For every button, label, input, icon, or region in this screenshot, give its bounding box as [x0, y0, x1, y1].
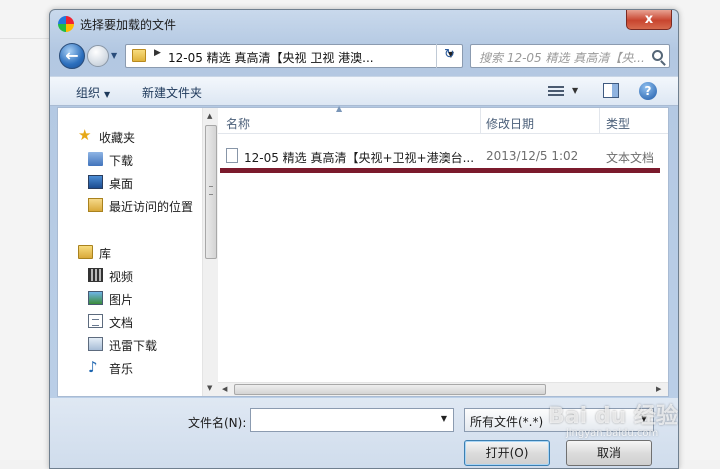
command-toolbar: 组织 ▼ 新建文件夹 ▼ ?	[50, 76, 678, 106]
file-list-pane: ▲ 名称 修改日期 类型 12-05 精选 真高清【央视+卫视+港澳台... 2…	[218, 104, 668, 396]
address-bar[interactable]: ▶ 12-05 精选 真高清【央视 卫视 港澳... ▼	[125, 44, 463, 68]
baidu-watermark: Bai du 经验	[548, 404, 678, 429]
title-bar: 选择要加载的文件 x	[50, 10, 678, 38]
music-icon: ♪	[88, 358, 98, 376]
text-file-icon	[226, 148, 238, 163]
content-area: ★ 收藏夹 下载 桌面 最近访问的位置 库 视频 图片 文档 迅雷下载 ♪ 音乐…	[57, 104, 669, 397]
filename-input[interactable]: ▼	[250, 408, 454, 432]
open-button[interactable]: 打开(O)	[464, 440, 550, 466]
file-date: 2013/12/5 1:02	[486, 149, 579, 163]
column-divider[interactable]	[599, 108, 600, 134]
view-dropdown-icon[interactable]: ▼	[572, 86, 578, 95]
back-button[interactable]: ←	[59, 43, 85, 69]
horizontal-scrollbar[interactable]: ◀ ▶	[218, 382, 668, 396]
highlight-underline-mark	[220, 168, 660, 173]
organize-dropdown-icon: ▼	[104, 90, 111, 99]
pictures-icon	[88, 291, 103, 305]
column-modified-date[interactable]: 修改日期	[486, 115, 534, 132]
folder-icon	[132, 49, 146, 62]
desktop-icon	[88, 175, 103, 189]
refresh-button[interactable]: ↻	[436, 44, 462, 68]
file-type-value: 所有文件(*.*)	[470, 415, 544, 429]
cancel-button[interactable]: 取消	[566, 440, 652, 466]
close-button[interactable]: x	[626, 10, 672, 30]
documents-icon	[88, 314, 103, 328]
preview-pane-icon[interactable]	[603, 83, 619, 98]
help-icon[interactable]: ?	[639, 82, 657, 100]
file-row[interactable]: 12-05 精选 真高清【央视+卫视+港澳台... 2013/12/5 1:02…	[224, 146, 668, 166]
favorites-star-icon: ★	[78, 126, 92, 144]
column-header: ▲ 名称 修改日期 类型	[218, 104, 668, 134]
column-name[interactable]: 名称	[226, 115, 250, 132]
column-type[interactable]: 类型	[606, 115, 630, 132]
thunder-downloads-icon	[88, 337, 103, 351]
sidebar-item-desktop[interactable]: 桌面	[109, 175, 133, 192]
filename-label: 文件名(N):	[188, 416, 247, 430]
navigation-bar: ← ▼ ▶ 12-05 精选 真高清【央视 卫视 港澳... ▼ ↻ 搜索 12…	[50, 40, 678, 74]
search-icon	[652, 50, 663, 61]
search-input[interactable]: 搜索 12-05 精选 真高清【央...	[470, 44, 670, 68]
new-folder-button[interactable]: 新建文件夹	[142, 84, 202, 101]
column-divider[interactable]	[480, 108, 481, 134]
sidebar-item-videos[interactable]: 视频	[109, 268, 133, 285]
scroll-right-icon[interactable]: ▶	[656, 385, 661, 393]
search-placeholder: 搜索 12-05 精选 真高清【央...	[479, 51, 645, 65]
filename-dropdown-icon[interactable]: ▼	[441, 414, 447, 423]
sidebar-item-pictures[interactable]: 图片	[109, 291, 133, 308]
sort-ascending-icon: ▲	[336, 104, 343, 113]
baidu-watermark-url: jingyan.baidu.com	[566, 428, 659, 439]
navigation-pane: ★ 收藏夹 下载 桌面 最近访问的位置 库 视频 图片 文档 迅雷下载 ♪ 音乐	[58, 108, 208, 396]
background-divider	[0, 38, 52, 39]
app-icon	[58, 16, 74, 32]
breadcrumb-arrow-icon[interactable]: ▶	[154, 48, 161, 58]
scroll-up-icon[interactable]: ▲	[207, 112, 212, 120]
sidebar-item-favorites[interactable]: 收藏夹	[99, 129, 135, 146]
sidebar-item-music[interactable]: 音乐	[109, 360, 133, 377]
scroll-down-icon[interactable]: ▼	[207, 384, 212, 392]
organize-label: 组织	[76, 86, 101, 100]
sidebar-item-downloads[interactable]: 下载	[109, 152, 133, 169]
scrollbar-thumb[interactable]	[205, 125, 217, 259]
recent-places-icon	[88, 198, 103, 212]
change-view-icon[interactable]	[548, 84, 564, 98]
file-type: 文本文档	[606, 151, 655, 165]
sidebar-item-libraries[interactable]: 库	[99, 245, 111, 262]
file-name: 12-05 精选 真高清【央视+卫视+港澳台...	[244, 151, 475, 165]
forward-button[interactable]	[87, 45, 109, 67]
navigation-pane-scrollbar[interactable]: ▲ ▼	[202, 108, 218, 396]
address-path: 12-05 精选 真高清【央视 卫视 港澳...	[168, 51, 374, 65]
horizontal-scrollbar-thumb[interactable]	[234, 384, 546, 395]
scroll-left-icon[interactable]: ◀	[222, 385, 227, 393]
window-title: 选择要加载的文件	[80, 18, 177, 32]
sidebar-item-documents[interactable]: 文档	[109, 314, 133, 331]
sidebar-item-thunder-downloads[interactable]: 迅雷下载	[109, 337, 157, 354]
downloads-icon	[88, 152, 103, 166]
recent-pages-dropdown-icon[interactable]: ▼	[111, 50, 121, 62]
videos-icon	[88, 268, 103, 282]
sidebar-item-recent-places[interactable]: 最近访问的位置	[109, 198, 193, 215]
organize-button[interactable]: 组织 ▼	[76, 84, 110, 101]
libraries-icon	[78, 245, 93, 259]
